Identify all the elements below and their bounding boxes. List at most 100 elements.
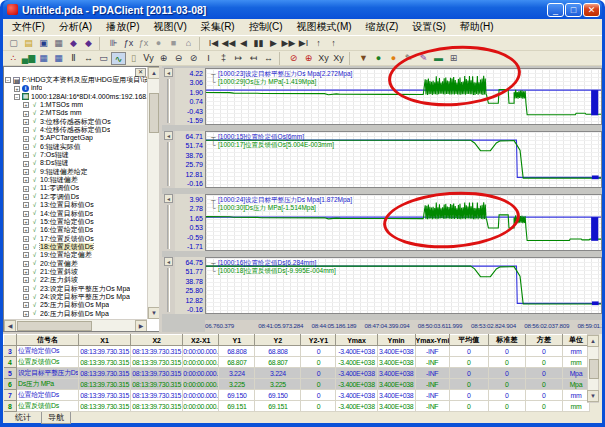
table-header[interactable]: Ymax-Ymin <box>415 335 449 346</box>
expand-icon[interactable]: + <box>23 227 29 233</box>
tree-channel-18[interactable]: +√18:位置反馈值Ds <box>5 243 147 251</box>
snapshot-icon[interactable]: ⌂ <box>181 37 196 50</box>
expand-icon[interactable]: + <box>23 202 29 208</box>
table-header[interactable]: 标准差 <box>488 335 525 346</box>
tree-channel-12[interactable]: +√12:零调值Ds <box>5 193 147 201</box>
menu-item-3[interactable]: 视图(V) <box>146 19 193 35</box>
tree-channel-16[interactable]: +√16:位置给定值Ds <box>5 226 147 234</box>
tree-channel-21[interactable]: +√21:位置斜坡 <box>5 268 147 276</box>
expand-icon[interactable]: − <box>5 77 11 83</box>
expand-icon[interactable]: + <box>23 302 29 308</box>
scroll-up-icon[interactable]: ▲ <box>148 67 159 79</box>
close-button[interactable]: ✕ <box>583 3 600 17</box>
tree-item-device[interactable]: −▦1000:128AI:16*8DI:4.000ms:192.168.0.1 <box>5 93 147 101</box>
tree-channel-17[interactable]: +√17:位置反馈值Os <box>5 235 147 243</box>
expand-icon[interactable]: + <box>23 211 29 217</box>
expand-icon[interactable]: + <box>23 286 29 292</box>
y-cursor-icon[interactable]: Ⅴy <box>141 52 156 65</box>
cursor-right-icon[interactable]: ↦ <box>231 52 246 65</box>
scroll-down-icon[interactable]: ▼ <box>148 307 159 319</box>
expand-icon[interactable]: + <box>23 169 29 175</box>
tree-channel-4[interactable]: +√4:位移传感器标定值Ds <box>5 126 147 134</box>
zoom-select-icon[interactable]: ⊘ <box>186 52 201 65</box>
expand-icon[interactable]: + <box>23 127 29 133</box>
xy-axis2-icon[interactable]: Xy <box>331 52 346 65</box>
tree-channel-13[interactable]: +√13:位置目标值Os <box>5 201 147 209</box>
step-down-icon[interactable]: ↑ <box>326 37 341 50</box>
expand-icon[interactable]: + <box>23 311 29 317</box>
expand-icon[interactable]: + <box>23 236 29 242</box>
expand-icon[interactable]: + <box>23 294 29 300</box>
menu-item-7[interactable]: 缩放(Z) <box>359 19 406 35</box>
menu-item-5[interactable]: 控制(C) <box>242 19 290 35</box>
tree-channel-5[interactable]: +√5:APCTargetGap <box>5 134 147 142</box>
chart-slider-track[interactable] <box>167 142 170 186</box>
tree-channel-2[interactable]: +√2:MTSds mm <box>5 109 147 117</box>
reset-zoom-icon[interactable]: ⊕ <box>301 52 316 65</box>
tree-view-icon[interactable]: ⊪ <box>106 37 121 50</box>
expand-icon[interactable]: + <box>23 161 29 167</box>
expand-icon[interactable]: + <box>23 177 29 183</box>
mail-icon[interactable]: ◆ <box>81 37 96 50</box>
tree-item-info[interactable]: +iinfo <box>5 84 147 92</box>
open-file-icon[interactable]: ▤ <box>21 37 36 50</box>
rewind-icon[interactable]: ◀◀ <box>221 37 236 50</box>
expand-icon[interactable]: + <box>23 194 29 200</box>
table-header[interactable]: 信号名 <box>17 335 79 346</box>
table-row-3[interactable]: 3位置给定值Os08:13:39.730.31508:13:39.730.315… <box>4 346 590 357</box>
expand-icon[interactable]: + <box>23 186 29 192</box>
expand-icon[interactable]: + <box>23 102 29 108</box>
chart-slider-track[interactable] <box>167 205 170 249</box>
bar-view-icon[interactable]: ▄▆ <box>21 52 36 65</box>
scroll-up-icon[interactable]: ▲ <box>587 335 599 347</box>
expand-icon[interactable]: + <box>23 136 29 142</box>
function-disabled-icon[interactable]: ƒx <box>136 37 151 50</box>
xy-axis-icon[interactable]: Xy <box>316 52 331 65</box>
expand-icon[interactable]: + <box>23 261 29 267</box>
expand-icon[interactable]: + <box>23 144 29 150</box>
table-header[interactable]: Ymin <box>377 335 415 346</box>
tree-channel-20[interactable]: +√20:位置偏差 <box>5 260 147 268</box>
scroll-thumb[interactable] <box>149 93 159 133</box>
split-vertical-icon[interactable]: Ⅱ <box>66 52 81 65</box>
single-pane-icon[interactable]: ▭ <box>96 52 111 65</box>
menu-item-8[interactable]: 设置(S) <box>405 19 452 35</box>
table-header[interactable]: X2 <box>131 335 183 346</box>
export-icon[interactable]: ◆ <box>66 37 81 50</box>
cursor-icon[interactable]: Ι <box>201 52 216 65</box>
chart-slider-button[interactable]: ◂ <box>164 131 173 140</box>
expand-icon[interactable]: + <box>23 152 29 158</box>
expand-icon[interactable]: + <box>23 111 29 117</box>
tree-channel-14[interactable]: +√14:位置目标值Ds <box>5 210 147 218</box>
expand-icon[interactable]: + <box>23 269 29 275</box>
tree-root-file[interactable]: −▤F:\HDG文本资料及应用\HDG应用项目\试轧数据 <box>5 76 147 84</box>
table-header[interactable]: Y1 <box>219 335 255 346</box>
table-vertical-scrollbar[interactable]: ▲ ▼ <box>587 334 599 403</box>
stop-icon[interactable]: ■ <box>166 37 181 50</box>
expand-icon[interactable]: + <box>23 277 29 283</box>
expand-icon[interactable]: + <box>14 86 20 92</box>
no-zoom-icon[interactable]: ⊘ <box>286 52 301 65</box>
chart-slider-track[interactable] <box>167 79 170 123</box>
table-view-icon[interactable]: ▦ <box>36 52 51 65</box>
new-file-icon[interactable]: ▢ <box>6 37 21 50</box>
chart-slider-button[interactable]: ◂ <box>164 257 173 266</box>
scroll-thumb[interactable] <box>17 321 92 331</box>
grid-view-icon[interactable]: ▦ <box>51 52 66 65</box>
tree-channel-15[interactable]: +√15:位置给定值Os <box>5 218 147 226</box>
table-row-6[interactable]: 6Ds压力 MPa08:13:39.730.31508:13:39.730.31… <box>4 379 590 390</box>
minimize-button[interactable]: _ <box>547 3 564 17</box>
table-row-7[interactable]: 7位置给定值Ds08:13:39.730.31508:13:39.730.315… <box>4 390 590 401</box>
split-horizontal-icon[interactable]: ↔ <box>81 52 96 65</box>
expand-icon[interactable]: + <box>23 219 29 225</box>
expand-icon[interactable]: + <box>23 244 29 250</box>
scroll-right-icon[interactable]: ▶ <box>135 320 147 332</box>
tree-channel-26[interactable]: +√26:压力目标值Ds Mpa <box>5 310 147 318</box>
scroll-left-icon[interactable]: ◀ <box>4 320 16 332</box>
tree-channel-11[interactable]: +√11:零调值Os <box>5 184 147 192</box>
menu-item-9[interactable]: 帮助(H) <box>453 19 501 35</box>
tree-channel-25[interactable]: +√25:压力目标值Os Mpa <box>5 301 147 309</box>
curve-view-icon[interactable]: ∿ <box>111 52 126 65</box>
record-icon[interactable]: ● <box>151 37 166 50</box>
fast-forward-icon[interactable]: ▶▶ <box>281 37 296 50</box>
